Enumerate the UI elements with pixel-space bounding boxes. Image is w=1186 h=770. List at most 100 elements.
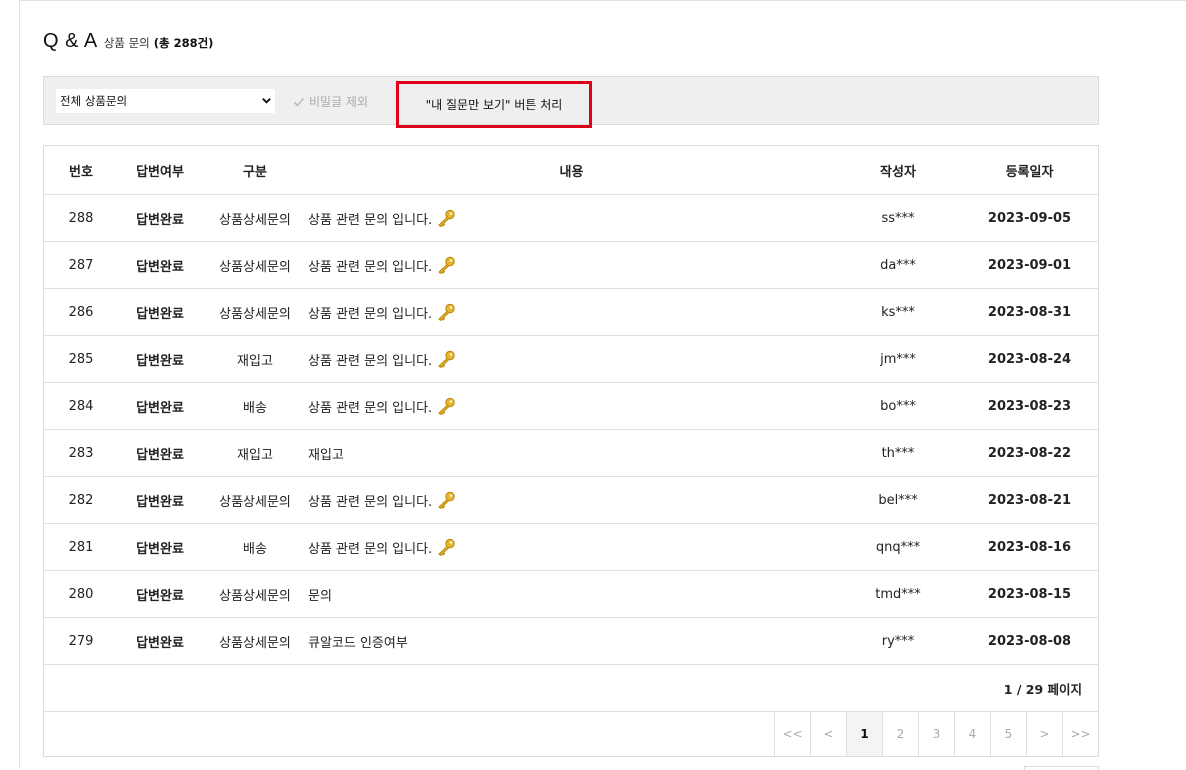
- row-content-link[interactable]: 상품 관련 문의 입니다.: [308, 256, 432, 275]
- filter-bar: 전체 상품문의 비밀글 제외 "내 질문만 보기" 버튼 처리: [43, 76, 1099, 128]
- row-content-cell: 상품 관련 문의 입니다.: [308, 242, 835, 288]
- key-icon: [436, 397, 456, 416]
- table-row[interactable]: 288 답변완료 상품상세문의 상품 관련 문의 입니다. ss*** 2023-09-0…: [44, 195, 1098, 242]
- row-date: 2023-09-05: [987, 210, 1072, 226]
- prev-page-button[interactable]: <: [810, 712, 846, 756]
- row-number: 284: [68, 398, 94, 414]
- row-content-link[interactable]: 큐알코드 인증여부: [308, 632, 408, 651]
- key-icon: [436, 350, 456, 369]
- total-count: (총 288건): [153, 36, 214, 50]
- table-row[interactable]: 281 답변완료 배송 상품 관련 문의 입니다. qnq*** 2023-08-16: [44, 524, 1098, 571]
- row-writer: bo***: [880, 398, 916, 414]
- row-number: 280: [68, 586, 94, 602]
- row-content-cell: 상품 관련 문의 입니다.: [308, 477, 835, 523]
- row-number: 286: [68, 304, 94, 320]
- page-info: 1 / 29 페이지: [1003, 681, 1082, 697]
- page-button-1[interactable]: 1: [846, 712, 882, 756]
- row-content-cell: 상품 관련 문의 입니다.: [308, 524, 835, 570]
- table-row[interactable]: 283 답변완료 재입고 재입고 th*** 2023-08-22: [44, 430, 1098, 477]
- key-icon: [436, 303, 456, 322]
- exclude-secret-toggle[interactable]: 비밀글 제외: [293, 93, 368, 110]
- row-content-link[interactable]: 상품 관련 문의 입니다.: [308, 303, 432, 322]
- page-button-2[interactable]: 2: [882, 712, 918, 756]
- page-button-5[interactable]: 5: [990, 712, 1026, 756]
- inquiry-type-select[interactable]: 전체 상품문의: [56, 89, 275, 113]
- row-writer: tmd***: [875, 586, 921, 602]
- first-page-button[interactable]: <<: [774, 712, 810, 756]
- col-header-date: 등록일자: [1005, 164, 1054, 180]
- row-category: 배송: [243, 400, 267, 416]
- table-row[interactable]: 286 답변완료 상품상세문의 상품 관련 문의 입니다. ks*** 2023-08-3…: [44, 289, 1098, 336]
- row-date: 2023-08-24: [987, 351, 1072, 367]
- row-content-link[interactable]: 상품 관련 문의 입니다.: [308, 350, 432, 369]
- col-header-status: 답변여부: [136, 164, 184, 180]
- row-writer: jm***: [880, 351, 916, 367]
- row-content-link[interactable]: 상품 관련 문의 입니다.: [308, 538, 432, 557]
- row-date: 2023-08-08: [987, 633, 1072, 649]
- row-content-cell: 상품 관련 문의 입니다.: [308, 195, 835, 241]
- row-category: 배송: [243, 541, 267, 557]
- row-date: 2023-08-21: [987, 492, 1072, 508]
- answer-status: 답변완료: [136, 306, 184, 322]
- table-row[interactable]: 285 답변완료 재입고 상품 관련 문의 입니다. jm*** 2023-08-24: [44, 336, 1098, 383]
- table-row[interactable]: 287 답변완료 상품상세문의 상품 관련 문의 입니다. da*** 2023-09-0…: [44, 242, 1098, 289]
- col-header-writer: 작성자: [880, 164, 916, 180]
- last-page-button[interactable]: >>: [1062, 712, 1098, 756]
- answer-status: 답변완료: [136, 588, 184, 604]
- answer-status: 답변완료: [136, 259, 184, 275]
- row-content-link[interactable]: 상품 관련 문의 입니다.: [308, 209, 432, 228]
- key-icon: [436, 209, 456, 228]
- write-button-edge[interactable]: [1024, 766, 1099, 770]
- qa-header: Q & A 상품 문의 (총 288건): [43, 30, 213, 53]
- row-date: 2023-08-15: [987, 586, 1072, 602]
- col-header-category: 구분: [243, 164, 267, 180]
- my-questions-button[interactable]: "내 질문만 보기" 버튼 처리: [396, 81, 592, 128]
- row-content-cell: 상품 관련 문의 입니다.: [308, 336, 835, 382]
- chevron-down-icon: [262, 98, 271, 104]
- row-number: 283: [68, 445, 94, 461]
- row-date: 2023-08-31: [987, 304, 1072, 320]
- row-content-link[interactable]: 문의: [308, 585, 332, 604]
- table-row[interactable]: 280 답변완료 상품상세문의 문의 tmd*** 2023-08-15: [44, 571, 1098, 618]
- row-writer: th***: [881, 445, 915, 461]
- next-page-button[interactable]: >: [1026, 712, 1062, 756]
- row-category: 상품상세문의: [219, 259, 291, 275]
- table-row[interactable]: 282 답변완료 상품상세문의 상품 관련 문의 입니다. bel*** 2023-08-…: [44, 477, 1098, 524]
- row-number: 279: [68, 633, 94, 649]
- col-header-number: 번호: [69, 164, 93, 180]
- qa-table: 번호 답변여부 구분 내용 작성자 등록일자 288 답변완료 상품상세문의 상품 관…: [43, 145, 1099, 757]
- page-title: Q & A: [43, 30, 98, 52]
- row-content-cell: 문의: [308, 571, 835, 617]
- table-header: 번호 답변여부 구분 내용 작성자 등록일자: [44, 146, 1098, 195]
- row-number: 285: [68, 351, 94, 367]
- row-number: 281: [68, 539, 94, 555]
- row-content-link[interactable]: 상품 관련 문의 입니다.: [308, 491, 432, 510]
- table-row[interactable]: 284 답변완료 배송 상품 관련 문의 입니다. bo*** 2023-08-23: [44, 383, 1098, 430]
- table-row[interactable]: 279 답변완료 상품상세문의 큐알코드 인증여부 ry*** 2023-08-08: [44, 618, 1098, 665]
- page-button-4[interactable]: 4: [954, 712, 990, 756]
- exclude-secret-label: 비밀글 제외: [309, 95, 369, 109]
- row-content-link[interactable]: 상품 관련 문의 입니다.: [308, 397, 432, 416]
- row-writer: ks***: [881, 304, 915, 320]
- answer-status: 답변완료: [136, 212, 184, 228]
- row-content-cell: 상품 관련 문의 입니다.: [308, 289, 835, 335]
- page-subtitle: 상품 문의: [103, 36, 150, 50]
- row-writer: da***: [880, 257, 916, 273]
- key-icon: [436, 538, 456, 557]
- inquiry-type-select-value: 전체 상품문의: [60, 94, 128, 108]
- answer-status: 답변완료: [136, 541, 184, 557]
- row-category: 상품상세문의: [219, 212, 291, 228]
- answer-status: 답변완료: [136, 494, 184, 510]
- page-info-row: 1 / 29 페이지: [44, 665, 1098, 712]
- row-content-cell: 재입고: [308, 430, 835, 476]
- key-icon: [436, 491, 456, 510]
- row-content-link[interactable]: 재입고: [308, 444, 344, 463]
- page-button-3[interactable]: 3: [918, 712, 954, 756]
- answer-status: 답변완료: [136, 400, 184, 416]
- row-writer: ss***: [881, 210, 915, 226]
- row-number: 287: [68, 257, 94, 273]
- row-category: 상품상세문의: [219, 306, 291, 322]
- row-date: 2023-08-22: [987, 445, 1072, 461]
- row-category: 상품상세문의: [219, 635, 291, 651]
- row-category: 상품상세문의: [219, 494, 291, 510]
